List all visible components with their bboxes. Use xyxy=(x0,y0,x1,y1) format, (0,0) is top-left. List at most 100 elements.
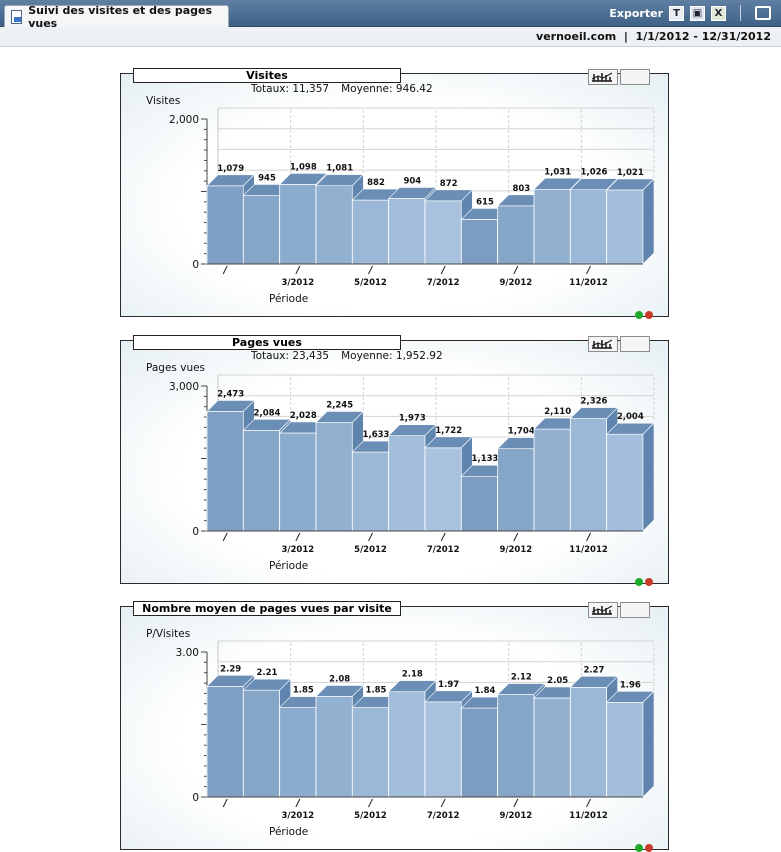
site-info: vernoeil.com | 1/1/2012 - 12/31/2012 xyxy=(536,30,771,43)
bar[interactable] xyxy=(387,423,437,532)
green-status-dot xyxy=(635,311,643,319)
bar[interactable] xyxy=(242,183,292,265)
bar[interactable] xyxy=(496,436,546,532)
bar[interactable] xyxy=(533,417,583,532)
x-tick-label: 3/2012 xyxy=(281,811,314,821)
average-value: Moyenne: 1,952.92 xyxy=(341,350,443,362)
top-bar: Suivi des visites et des pages vues Expo… xyxy=(0,0,781,30)
bar[interactable] xyxy=(315,684,365,798)
bar[interactable] xyxy=(496,682,546,798)
report-tab[interactable]: Suivi des visites et des pages vues xyxy=(4,3,229,30)
bar[interactable] xyxy=(424,436,474,532)
bar[interactable] xyxy=(278,421,328,532)
grid xyxy=(217,107,655,254)
bar-value-label: 2.29 xyxy=(220,664,241,674)
x-tick xyxy=(295,265,301,275)
y-tick-label-zero: 0 xyxy=(192,792,199,804)
bar[interactable] xyxy=(605,178,655,265)
bar[interactable] xyxy=(605,690,655,798)
chart-type-buttons xyxy=(588,602,650,618)
chart-type-buttons xyxy=(588,336,650,352)
bar-value-label: 1,704 xyxy=(508,427,535,437)
image-export-icon[interactable]: ▣ xyxy=(690,5,705,21)
x-axis-label: Période xyxy=(269,826,309,838)
x-tick-label: 7/2012 xyxy=(427,811,460,821)
x-tick-label: 11/2012 xyxy=(569,278,608,288)
bar[interactable] xyxy=(278,695,328,798)
bar-value-label: 2,245 xyxy=(326,400,353,410)
line-chart-button[interactable] xyxy=(591,336,650,352)
x-tick-label: 5/2012 xyxy=(354,811,387,821)
x-tick-label: 7/2012 xyxy=(427,278,460,288)
x-tick xyxy=(295,532,301,542)
bar[interactable] xyxy=(242,418,292,532)
print-icon[interactable] xyxy=(755,6,771,20)
bar[interactable] xyxy=(460,696,510,798)
x-tick xyxy=(368,798,373,808)
bar-value-label: 1.85 xyxy=(366,686,387,696)
bar[interactable] xyxy=(605,422,655,532)
excel-export-icon[interactable]: X xyxy=(711,5,726,21)
y-axis-label: P/Visites xyxy=(146,628,191,640)
x-tick xyxy=(368,532,373,542)
line-chart-icon xyxy=(591,339,613,349)
bar[interactable] xyxy=(569,406,619,532)
bar[interactable] xyxy=(424,189,474,265)
bar[interactable] xyxy=(424,690,474,798)
bar-value-label: 1.96 xyxy=(620,680,641,690)
x-axis-label: Période xyxy=(269,293,309,305)
bar-value-label: 2,004 xyxy=(617,412,644,422)
bar[interactable] xyxy=(387,186,437,265)
bar-value-label: 1,133 xyxy=(472,454,499,464)
bar-value-label: 1,973 xyxy=(399,414,426,424)
bar-value-label: 1.97 xyxy=(438,680,459,690)
bar[interactable] xyxy=(569,675,619,798)
bar[interactable] xyxy=(315,410,365,532)
grid xyxy=(217,640,655,787)
grid xyxy=(217,374,655,521)
bar[interactable] xyxy=(569,177,619,265)
line-chart-button[interactable] xyxy=(591,69,650,85)
bar[interactable] xyxy=(351,695,401,798)
bar[interactable] xyxy=(533,177,583,265)
bar[interactable] xyxy=(496,194,546,265)
bar-value-label: 1,081 xyxy=(326,164,353,174)
tab-label: Suivi des visites et des pages vues xyxy=(28,3,213,30)
y-axis-label: Visites xyxy=(146,95,181,107)
chart-svg: 2,000 0 1,079 945 1,098 1,081 882 904 872 615 803 1… xyxy=(169,107,655,288)
bar-value-label: 2.05 xyxy=(547,676,568,686)
chart-totals: Totaux: 11,357 Moyenne: 946.42 xyxy=(251,83,433,95)
y-tick-label-zero: 0 xyxy=(192,526,199,538)
x-tick-label: 11/2012 xyxy=(569,811,608,821)
bar[interactable] xyxy=(533,686,583,798)
bar[interactable] xyxy=(351,440,401,532)
bar-value-label: 2.08 xyxy=(329,674,350,684)
bar[interactable] xyxy=(387,679,437,798)
chart-totals: Totaux: 23,435 Moyenne: 1,952.92 xyxy=(251,350,443,362)
bar[interactable] xyxy=(242,678,292,798)
bar-value-label: 1.85 xyxy=(293,686,314,696)
bar-value-label: 1,098 xyxy=(290,162,317,172)
report-icon xyxy=(11,9,23,24)
chart-title: Visites xyxy=(133,68,401,83)
bar[interactable] xyxy=(206,399,256,532)
line-chart-button[interactable] xyxy=(591,602,650,618)
bar[interactable] xyxy=(278,172,328,265)
bar[interactable] xyxy=(206,174,256,265)
x-axis-label: Période xyxy=(269,560,309,572)
bar-value-label: 2,473 xyxy=(217,389,244,399)
bar-value-label: 882 xyxy=(367,178,385,188)
bar[interactable] xyxy=(460,464,510,532)
x-tick-label: 9/2012 xyxy=(499,811,532,821)
x-tick xyxy=(513,798,519,808)
bar[interactable] xyxy=(315,173,365,265)
x-tick xyxy=(440,265,446,275)
chart-title: Pages vues xyxy=(133,335,401,350)
bar[interactable] xyxy=(460,207,510,265)
bar-value-label: 803 xyxy=(512,184,530,194)
bar[interactable] xyxy=(351,188,401,265)
bar-value-label: 1,031 xyxy=(544,167,571,177)
text-export-icon[interactable]: T xyxy=(669,5,684,21)
x-tick xyxy=(586,798,591,808)
bar[interactable] xyxy=(206,674,256,798)
